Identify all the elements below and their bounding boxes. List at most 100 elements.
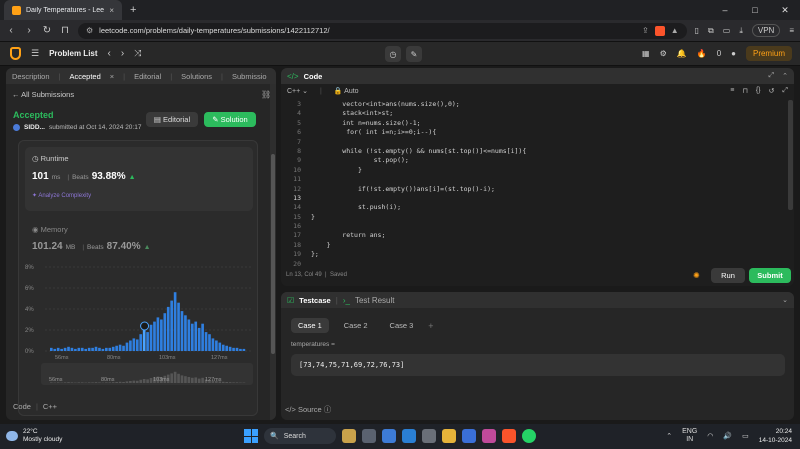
avatar[interactable]: ● (731, 49, 736, 58)
chart-bar[interactable] (180, 311, 184, 351)
code-line[interactable]: 13 (281, 194, 786, 203)
chart-bar[interactable] (184, 315, 187, 351)
weather-widget[interactable]: 22°C Mostly cloudy (6, 428, 62, 444)
bookmark-code-icon[interactable]: ⊓ (742, 87, 747, 95)
code-line[interactable]: 7 (281, 138, 786, 147)
problem-list-link[interactable]: Problem List (49, 49, 97, 58)
chart-bar[interactable] (197, 327, 201, 351)
chart-bar[interactable] (194, 321, 198, 351)
chart-bar[interactable] (239, 348, 242, 351)
close-window-button[interactable]: ✕ (770, 0, 800, 20)
tab-accepted[interactable]: Accepted (69, 72, 100, 81)
widgets-icon[interactable] (342, 429, 356, 443)
chart-bar[interactable] (225, 345, 229, 351)
code-line[interactable]: 12 if(!st.empty())ans[i]=(st.top()-i); (281, 185, 786, 194)
chart-bar[interactable] (218, 342, 222, 351)
code-lines[interactable]: 3 vector<int>ans(nums.size(),0); 4 stack<… (281, 100, 786, 270)
coins-count[interactable]: 0 (717, 49, 721, 58)
debug-icon[interactable]: ✺ (693, 271, 700, 280)
reset-icon[interactable]: ↺ (769, 87, 775, 95)
wifi-icon[interactable]: ◠ (707, 432, 713, 440)
streak-icon[interactable]: 🔥 (697, 49, 707, 58)
case-2-tab[interactable]: Case 2 (337, 318, 375, 333)
code-line[interactable]: 3 vector<int>ans(nums.size(),0); (281, 100, 786, 109)
url-text[interactable]: leetcode.com/problems/daily-temperatures… (99, 26, 636, 35)
code-line[interactable]: 11 (281, 175, 786, 184)
browser-tab[interactable]: Daily Temperatures - LeetCode × (4, 0, 122, 20)
chart-bar[interactable] (170, 300, 173, 351)
analyze-complexity-link[interactable]: ✦ Analyze Complexity (32, 192, 91, 199)
chart-bar[interactable] (235, 347, 239, 351)
next-problem-icon[interactable]: › (121, 48, 124, 59)
clock[interactable]: 20:24 14-10-2024 (759, 427, 792, 445)
code-line[interactable]: 16 (281, 222, 786, 231)
maximize-button[interactable]: □ (740, 0, 770, 20)
language-select[interactable]: C++ ⌄ (287, 87, 308, 95)
shuffle-icon[interactable]: ⤨ (134, 48, 141, 59)
collapse-icon[interactable]: ⌃ (782, 72, 788, 80)
chart-bar[interactable] (190, 323, 194, 351)
chart-bar[interactable] (142, 330, 146, 351)
site-info-icon[interactable]: ⚙ (86, 26, 93, 35)
chart-bar[interactable] (146, 332, 149, 351)
chart-bar[interactable] (74, 348, 77, 351)
chart-bar[interactable] (56, 347, 60, 351)
timer-icon[interactable]: ◷ (385, 46, 401, 62)
collapse-icon[interactable]: ⌄ (782, 296, 788, 304)
premium-button[interactable]: Premium (745, 46, 792, 61)
chart-bar[interactable] (63, 347, 67, 351)
chart-bar[interactable] (77, 347, 81, 351)
chart-bar[interactable] (228, 346, 232, 351)
memory-stats[interactable]: 101.24 MB | Beats 87.40% ▲ (32, 241, 151, 252)
chart-bar[interactable] (60, 348, 63, 351)
download-icon[interactable]: ⤓ (739, 26, 743, 36)
bookmark-icon[interactable]: ⊓ (60, 25, 70, 36)
chart-bar[interactable] (215, 340, 218, 352)
chart-bar[interactable] (94, 346, 98, 351)
battery-icon[interactable]: ▭ (742, 432, 749, 440)
chart-bar[interactable] (108, 347, 112, 351)
chart-bar[interactable] (135, 339, 139, 351)
submit-button[interactable]: Submit (749, 268, 791, 283)
runtime-card[interactable]: ◷ Runtime 101 ms | Beats 93.88% ▲ ✦ Anal… (25, 147, 253, 211)
tab-editorial[interactable]: Editorial (134, 72, 161, 81)
code-line[interactable]: 5 int n=nums.size()-1; (281, 119, 786, 128)
chart-bar[interactable] (98, 347, 101, 351)
chart-bar[interactable] (208, 334, 211, 351)
braces-icon[interactable]: {} (756, 87, 761, 95)
editorial-button[interactable]: ▤ Editorial (146, 112, 198, 127)
taskbar-search[interactable]: 🔍 Search (264, 428, 336, 444)
chart-bar[interactable] (125, 342, 129, 351)
chart-bar[interactable] (149, 324, 153, 351)
chart-bar[interactable] (232, 347, 235, 351)
minimize-button[interactable]: – (710, 0, 740, 20)
code-line[interactable]: 9 st.pop(); (281, 156, 786, 165)
tab-submissions[interactable]: Submissio (232, 72, 267, 81)
code-line[interactable]: 18 } (281, 241, 786, 250)
chart-bar[interactable] (163, 313, 167, 351)
chart-bar[interactable] (187, 319, 191, 352)
chart-bar[interactable] (53, 348, 57, 351)
tab-description[interactable]: Description (12, 72, 50, 81)
sidebar-icon[interactable]: ▯ (695, 26, 699, 35)
list-icon[interactable]: ☰ (31, 48, 39, 59)
chart-bar[interactable] (160, 319, 163, 352)
chart-bar[interactable] (101, 348, 105, 351)
memory-label[interactable]: ◉ Memory (32, 225, 68, 234)
app-icon[interactable] (462, 429, 476, 443)
code-line[interactable]: 15} (281, 213, 786, 222)
chart-bar[interactable] (177, 302, 180, 351)
chart-bar[interactable] (118, 344, 122, 351)
all-submissions-link[interactable]: ← All Submissions (12, 90, 74, 99)
code-line[interactable]: 8 while (!st.empty() && nums[st.top()]<=… (281, 147, 786, 156)
menu-icon[interactable]: ≡ (789, 26, 794, 35)
vscode-icon[interactable] (402, 429, 416, 443)
temperatures-input[interactable]: [73,74,75,71,69,72,76,73] (291, 354, 785, 376)
chart-bar[interactable] (132, 338, 136, 351)
tab-close-icon[interactable]: × (109, 6, 114, 15)
left-scrollbar[interactable] (270, 84, 276, 420)
chart-bar[interactable] (67, 346, 70, 351)
new-tab-button[interactable]: + (130, 4, 136, 16)
file-explorer-icon[interactable] (442, 429, 456, 443)
code-scrollbar[interactable] (788, 100, 793, 210)
